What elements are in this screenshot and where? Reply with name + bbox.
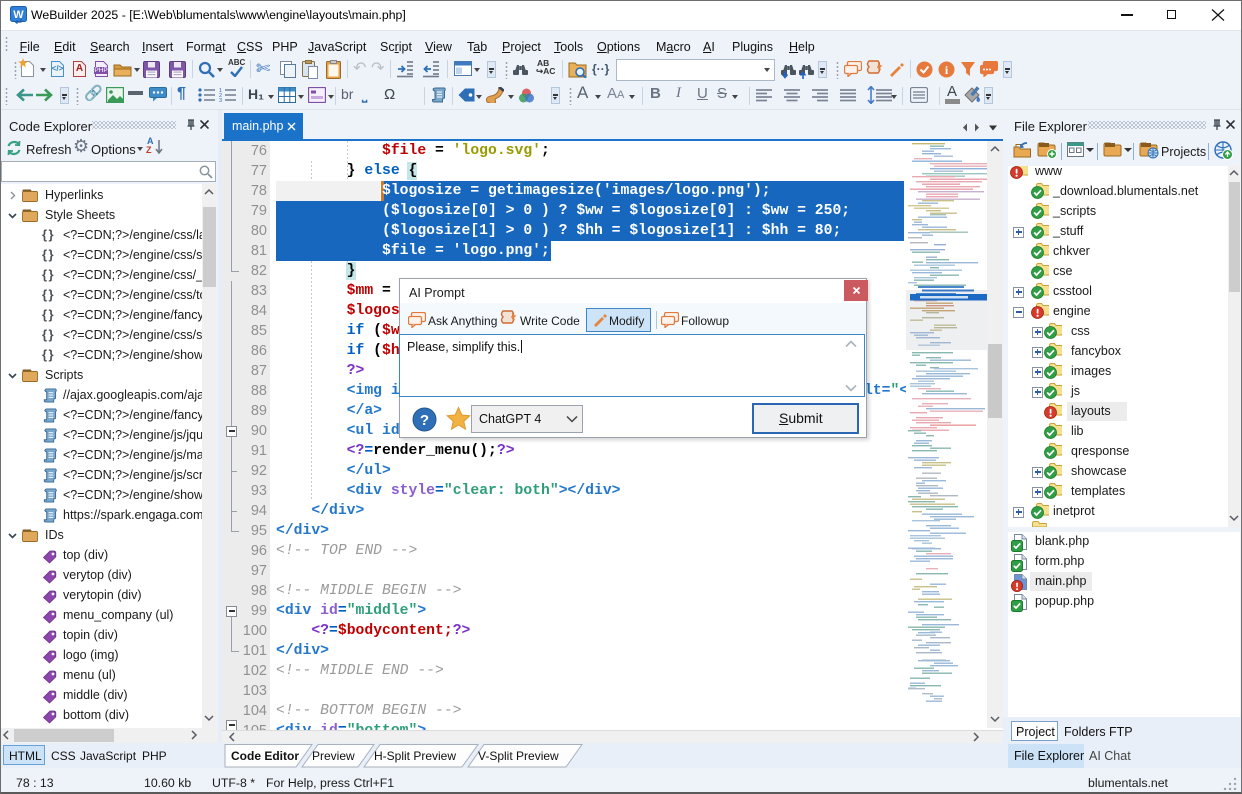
svg-text:3: 3 (219, 98, 222, 103)
svg-text:?: ? (420, 412, 429, 429)
svg-text:W: W (13, 9, 24, 21)
